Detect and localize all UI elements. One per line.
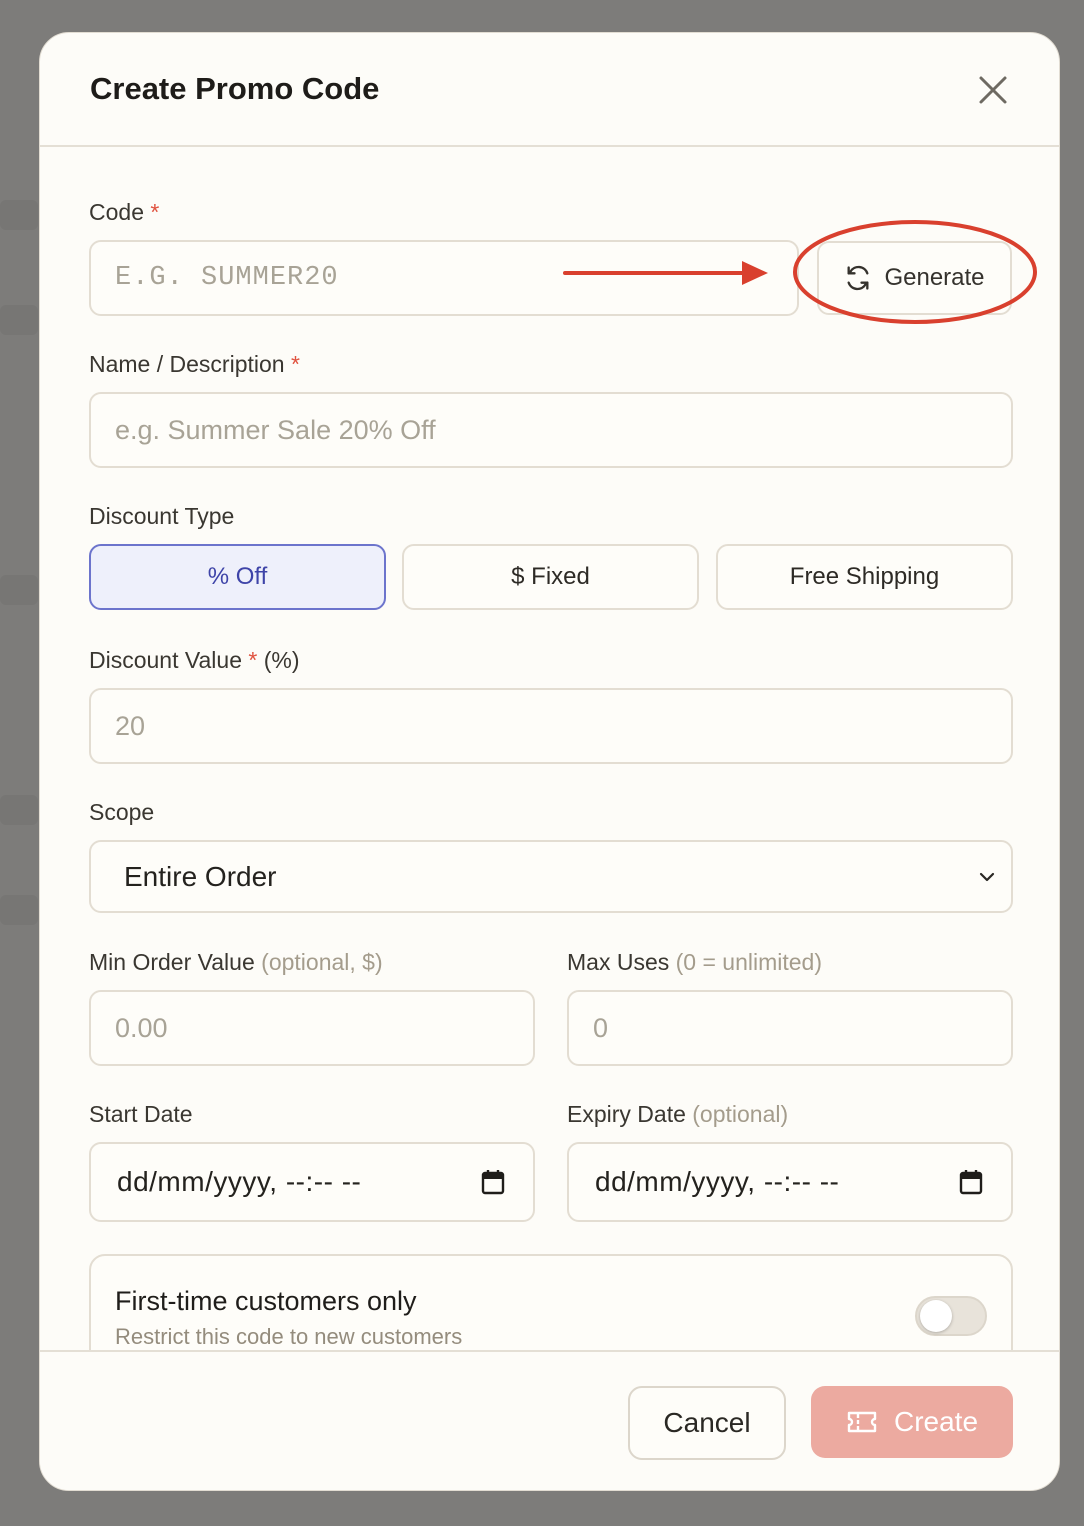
modal-title: Create Promo Code (90, 71, 380, 106)
expiry-date-input[interactable]: dd/mm/yyyy, --:-- -- (567, 1142, 1013, 1222)
max-uses-input[interactable] (567, 990, 1013, 1066)
start-date-label: Start Date (89, 1101, 193, 1127)
optional-hint: (0 = unlimited) (675, 949, 823, 975)
background-blur (0, 895, 38, 925)
expiry-date-value: dd/mm/yyyy, --:-- -- (595, 1166, 840, 1197)
code-label: Code * (89, 199, 160, 225)
optional-hint: (optional) (692, 1101, 789, 1127)
background-blur (0, 305, 38, 335)
create-label: Create (893, 1406, 979, 1437)
generate-button[interactable]: Generate (817, 241, 1012, 315)
discount-type-free-shipping[interactable]: Free Shipping (716, 544, 1013, 610)
scope-select[interactable]: Entire Order (89, 840, 1013, 913)
min-order-label: Min Order Value (optional, $) (89, 949, 383, 975)
close-button[interactable] (976, 73, 1010, 107)
calendar-icon[interactable] (481, 1169, 505, 1195)
background-blur (0, 575, 38, 605)
modal-header: Create Promo Code (40, 33, 1059, 147)
max-uses-label: Max Uses (0 = unlimited) (567, 949, 823, 975)
close-icon (979, 76, 1007, 104)
required-mark: * (150, 199, 160, 225)
unit-label: (%) (263, 647, 300, 673)
modal-footer: Cancel Create (40, 1350, 1059, 1490)
required-mark: * (248, 647, 258, 673)
optional-hint: (optional, $) (261, 949, 383, 975)
first-time-title: First-time customers only (115, 1286, 417, 1316)
toggle-knob (920, 1300, 952, 1332)
expiry-date-label: Expiry Date (optional) (567, 1101, 789, 1127)
background-blur (0, 795, 38, 825)
discount-value-label: Discount Value * (%) (89, 647, 300, 673)
discount-type-label: Discount Type (89, 503, 235, 529)
scope-label: Scope (89, 799, 155, 825)
name-input[interactable] (89, 392, 1013, 468)
start-date-input[interactable]: dd/mm/yyyy, --:-- -- (89, 1142, 535, 1222)
first-time-toggle[interactable] (915, 1296, 987, 1336)
generate-label: Generate (884, 264, 985, 291)
chevron-down-icon (979, 872, 995, 881)
discount-type-fixed[interactable]: $ Fixed (402, 544, 699, 610)
first-time-subtitle: Restrict this code to new customers (115, 1324, 463, 1349)
discount-type-percent[interactable]: % Off (89, 544, 386, 610)
required-mark: * (290, 351, 300, 377)
scope-selected-value: Entire Order (124, 860, 277, 892)
cancel-button[interactable]: Cancel (628, 1386, 786, 1460)
min-order-input[interactable] (89, 990, 535, 1066)
name-label: Name / Description * (89, 351, 300, 377)
background-blur (0, 200, 38, 230)
ticket-icon (847, 1411, 877, 1433)
discount-value-input[interactable] (89, 688, 1013, 764)
refresh-icon (847, 265, 869, 291)
start-date-value: dd/mm/yyyy, --:-- -- (117, 1166, 362, 1197)
code-input[interactable] (89, 240, 799, 316)
create-promo-dialog: Create Promo Code Code * Generate Name /… (39, 32, 1060, 1491)
calendar-icon[interactable] (959, 1169, 983, 1195)
create-button[interactable]: Create (811, 1386, 1013, 1458)
